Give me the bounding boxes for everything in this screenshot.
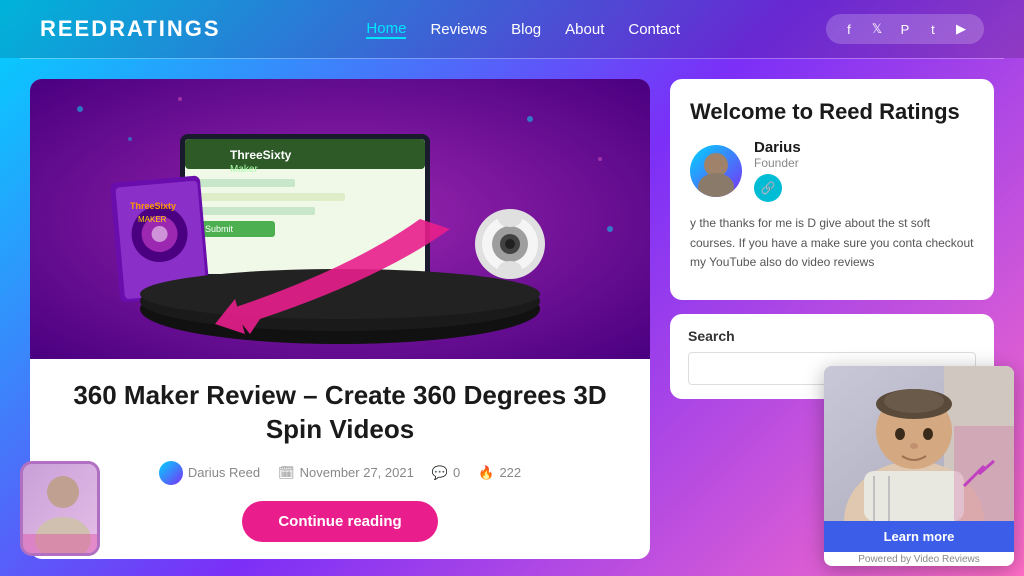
svg-text:ThreeSixty: ThreeSixty bbox=[230, 148, 292, 162]
view-count: 222 bbox=[499, 465, 521, 480]
learn-more-button[interactable]: Learn more bbox=[824, 521, 1014, 552]
welcome-description: y the thanks for me is D give about the … bbox=[690, 214, 974, 272]
founder-avatar bbox=[690, 145, 742, 197]
author-avatar bbox=[159, 461, 183, 485]
facebook-icon[interactable]: f bbox=[840, 20, 858, 38]
search-label: Search bbox=[688, 328, 976, 344]
article-illustration: ThreeSixty Maker Submit ThreeSixty MAKER bbox=[30, 79, 650, 359]
welcome-card: Welcome to Reed Ratings Darius Founder 🔗 bbox=[670, 79, 994, 300]
founder-name: Darius bbox=[754, 139, 801, 156]
article-body: 360 Maker Review – Create 360 Degrees 3D… bbox=[30, 359, 650, 559]
founder-role: Founder bbox=[754, 156, 801, 170]
continue-reading-button[interactable]: Continue reading bbox=[242, 501, 437, 542]
nav-blog[interactable]: Blog bbox=[511, 21, 541, 38]
comment-icon: 💬 bbox=[432, 465, 448, 481]
comment-count: 0 bbox=[453, 465, 460, 480]
article-card: ThreeSixty Maker Submit ThreeSixty MAKER bbox=[30, 79, 650, 559]
founder-row: Darius Founder 🔗 bbox=[690, 139, 974, 202]
author-name: Darius Reed bbox=[188, 465, 260, 480]
founder-info: Darius Founder 🔗 bbox=[754, 139, 801, 202]
fire-icon: 🔥 bbox=[478, 465, 494, 481]
site-logo[interactable]: ReedRatings bbox=[40, 16, 221, 42]
nav-contact[interactable]: Contact bbox=[628, 21, 680, 38]
bottom-left-avatar bbox=[20, 461, 100, 556]
header: ReedRatings Home Reviews Blog About Cont… bbox=[0, 0, 1024, 58]
link-icon: 🔗 bbox=[761, 181, 776, 195]
nav-home[interactable]: Home bbox=[366, 20, 406, 39]
meta-author: Darius Reed bbox=[159, 461, 260, 485]
article-title: 360 Maker Review – Create 360 Degrees 3D… bbox=[58, 379, 622, 447]
nav-about[interactable]: About bbox=[565, 21, 604, 38]
youtube-icon[interactable]: ▶ bbox=[952, 20, 970, 38]
svg-text:MAKER: MAKER bbox=[138, 215, 167, 224]
meta-views: 🔥 222 bbox=[478, 465, 521, 481]
pinterest-icon[interactable]: P bbox=[896, 20, 914, 38]
nav-reviews[interactable]: Reviews bbox=[430, 21, 487, 38]
tumblr-icon[interactable]: t bbox=[924, 20, 942, 38]
calendar-icon: 🗓 bbox=[278, 465, 295, 481]
powered-by-text: Powered by Video Reviews bbox=[824, 552, 1014, 566]
svg-text:Submit: Submit bbox=[205, 224, 234, 234]
meta-date: 🗓 November 27, 2021 bbox=[278, 465, 414, 481]
article-meta: Darius Reed 🗓 November 27, 2021 💬 0 🔥 22… bbox=[58, 461, 622, 485]
video-widget: Learn more Powered by Video Reviews bbox=[824, 366, 1014, 566]
article-date: November 27, 2021 bbox=[300, 465, 414, 480]
main-nav: Home Reviews Blog About Contact bbox=[366, 20, 680, 39]
meta-comments: 💬 0 bbox=[432, 465, 460, 481]
video-face bbox=[824, 366, 1014, 521]
svg-text:Maker: Maker bbox=[230, 164, 258, 175]
welcome-title: Welcome to Reed Ratings bbox=[690, 99, 974, 125]
founder-link-button[interactable]: 🔗 bbox=[754, 174, 782, 202]
twitter-icon[interactable]: 𝕏 bbox=[868, 20, 886, 38]
social-icons-bar: f 𝕏 P t ▶ bbox=[826, 14, 984, 44]
video-thumbnail bbox=[824, 366, 1014, 521]
article-image: ThreeSixty Maker Submit ThreeSixty MAKER bbox=[30, 79, 650, 359]
svg-text:ThreeSixty: ThreeSixty bbox=[130, 201, 176, 211]
